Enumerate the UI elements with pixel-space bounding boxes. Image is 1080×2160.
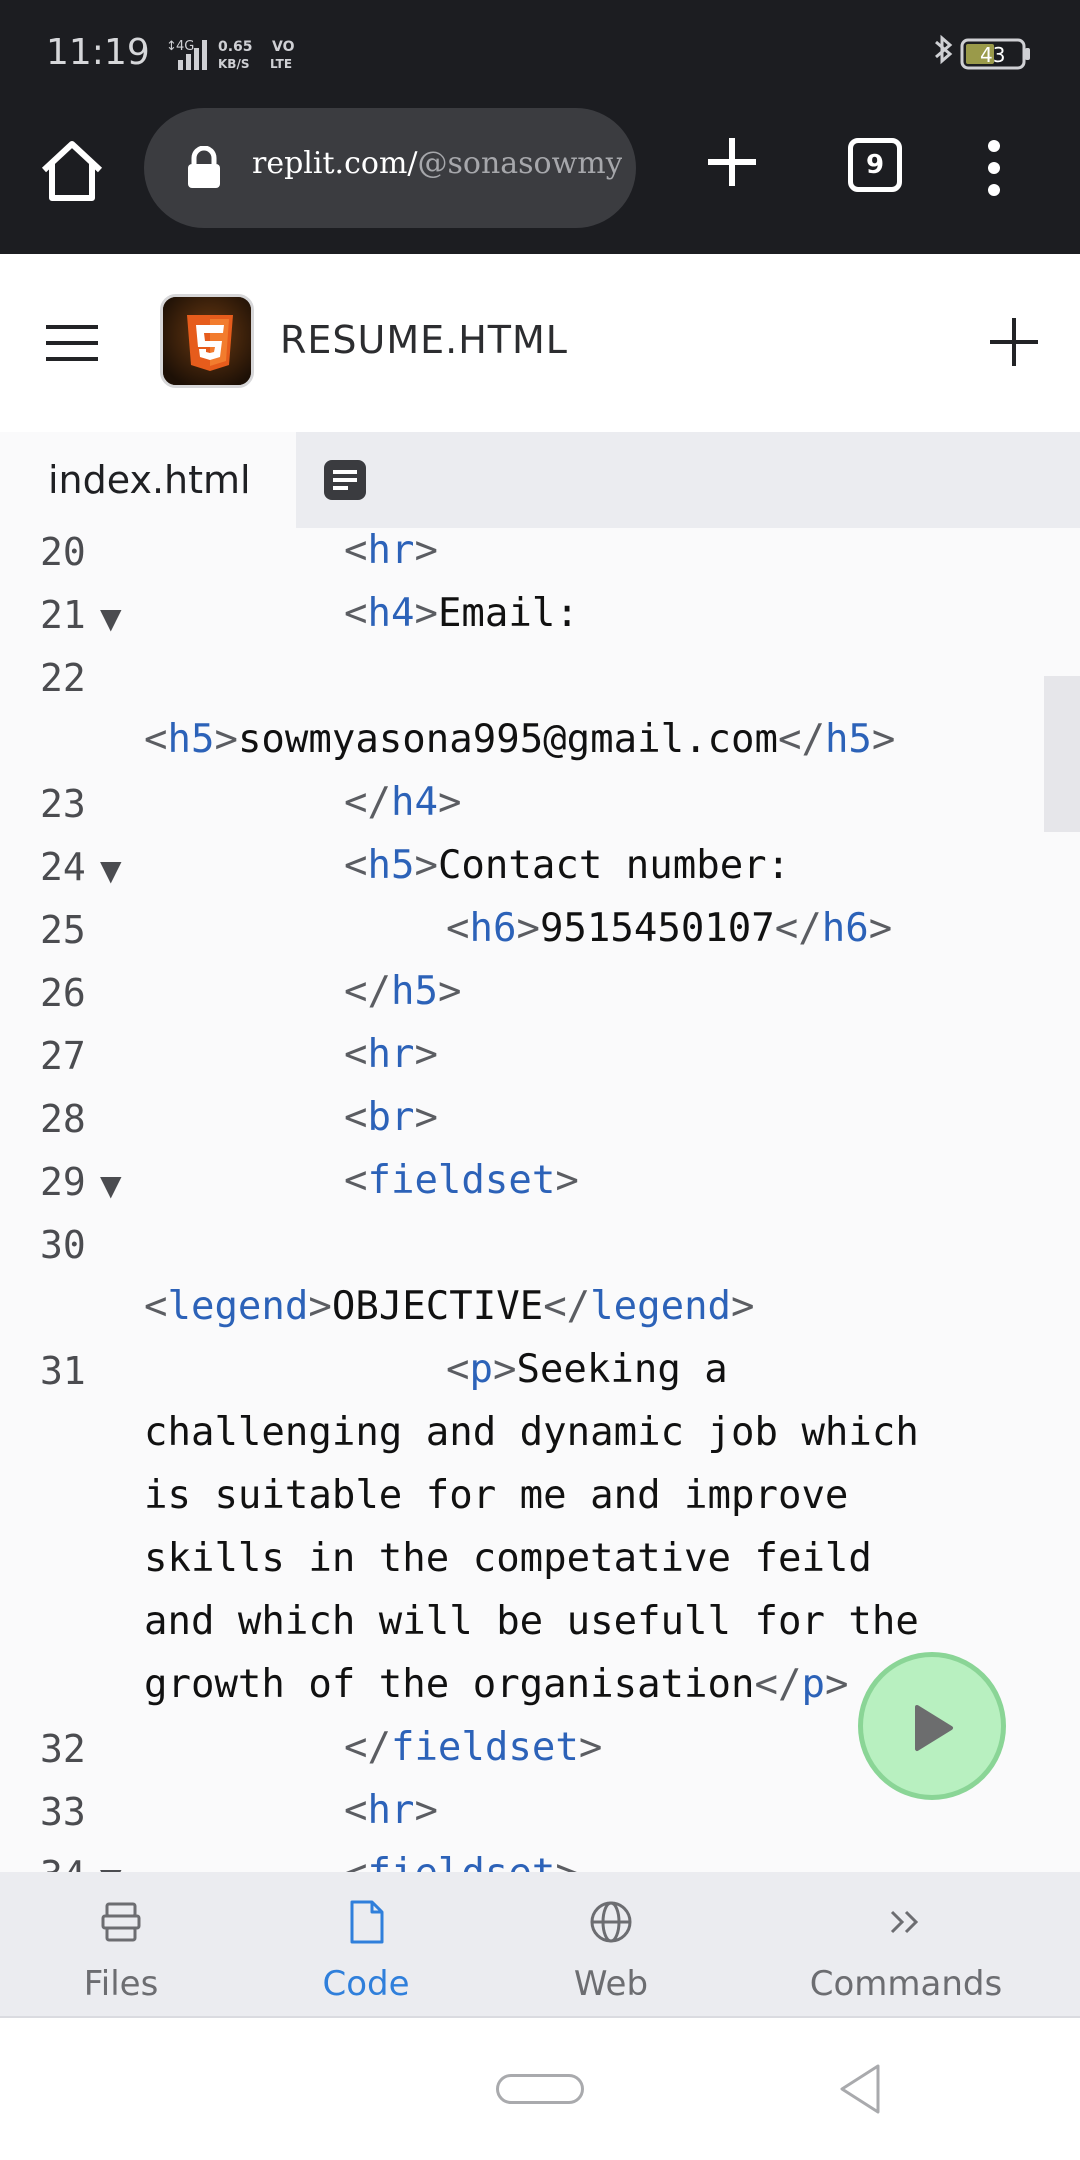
fold-arrow-icon[interactable]: ▼ — [100, 854, 122, 887]
svg-text:43: 43 — [980, 43, 1005, 67]
line-number: 34 — [40, 1853, 86, 1872]
console-tab-icon[interactable] — [322, 458, 368, 502]
line-number: 28 — [40, 1097, 86, 1141]
run-button[interactable] — [858, 1652, 1006, 1800]
line-number: 24 — [40, 845, 86, 889]
html5-logo — [160, 294, 254, 388]
code-line: </h4> — [344, 780, 462, 825]
line-number: 21 — [40, 593, 86, 637]
nav-label: Files — [83, 1964, 159, 2004]
file-tab-bar: index.html — [0, 432, 1080, 528]
lock-icon — [188, 146, 220, 188]
code-line: <p>Seeking a — [446, 1347, 728, 1392]
line-number: 25 — [40, 908, 86, 952]
code-line: <br> — [344, 1095, 438, 1140]
code-line: <h6>9515450107</h6> — [446, 906, 893, 951]
status-right: 43 — [928, 34, 1038, 74]
line-number: 30 — [40, 1223, 86, 1267]
app-header: RESUME.HTML — [0, 254, 1080, 432]
code-file-icon — [350, 1900, 384, 1944]
line-number: 27 — [40, 1034, 86, 1078]
line-number: 26 — [40, 971, 86, 1015]
line-number: 33 — [40, 1790, 86, 1834]
nav-code[interactable]: Code — [242, 1872, 490, 2018]
code-line: skills in the competative feild — [144, 1536, 872, 1581]
chevrons-right-icon — [890, 1910, 919, 1934]
code-line: <hr> — [344, 1032, 438, 1077]
code-line: <fieldset> — [344, 1851, 579, 1872]
code-line: is suitable for me and improve — [144, 1473, 849, 1518]
home-icon[interactable] — [36, 136, 108, 208]
line-number: 20 — [40, 530, 86, 574]
tabs-count-button[interactable]: 9 — [848, 138, 902, 192]
code-line: <h4>Email: — [344, 591, 579, 636]
project-title: RESUME.HTML — [280, 318, 568, 362]
url-text: replit.com/@sonasowmy — [252, 146, 622, 181]
hamburger-menu-icon[interactable] — [46, 324, 98, 362]
new-tab-plus-icon[interactable] — [702, 132, 762, 192]
line-number: 22 — [40, 656, 86, 700]
status-bar: 11:19 ↕ 4G 0.65 KB/S VO LTE 43 — [0, 0, 1080, 108]
editor-scrollbar[interactable] — [1044, 676, 1080, 832]
svg-text:VO: VO — [272, 39, 295, 55]
code-line: <h5>Contact number: — [344, 843, 791, 888]
files-icon — [101, 1902, 141, 1942]
line-number: 31 — [40, 1349, 86, 1393]
status-time: 11:19 — [46, 32, 150, 73]
svg-text:LTE: LTE — [270, 57, 292, 71]
svg-text:4G: 4G — [176, 39, 194, 54]
nav-label: Commands — [809, 1964, 1003, 2004]
url-bar[interactable]: replit.com/@sonasowmy — [144, 108, 636, 228]
fold-arrow-icon[interactable]: ▼ — [100, 602, 122, 635]
nav-label: Code — [322, 1964, 410, 2004]
code-line: <hr> — [344, 1788, 438, 1833]
code-line: challenging and dynamic job which — [144, 1410, 919, 1455]
more-options-icon[interactable] — [982, 138, 1006, 198]
bottom-navigation: Files Code Web Commands — [0, 1872, 1080, 2018]
line-number: 23 — [40, 782, 86, 826]
code-line: </h5> — [344, 969, 462, 1014]
bluetooth-icon: 43 — [935, 34, 1030, 70]
code-line: <hr> — [344, 528, 438, 573]
nav-web[interactable]: Web — [490, 1872, 732, 2018]
line-number: 32 — [40, 1727, 86, 1771]
tab-label: index.html — [48, 458, 251, 502]
globe-icon — [590, 1901, 632, 1943]
code-line: <fieldset> — [344, 1158, 579, 1203]
play-icon — [915, 1705, 953, 1751]
browser-toolbar: replit.com/@sonasowmy 9 — [0, 108, 1080, 254]
nav-label: Web — [573, 1964, 649, 2004]
code-line: <h5>sowmyasona995@gmail.com</h5> — [144, 717, 896, 762]
nav-files[interactable]: Files — [0, 1872, 242, 2018]
fold-arrow-icon[interactable]: ▼ — [100, 1169, 122, 1202]
add-plus-icon[interactable] — [986, 314, 1042, 370]
code-line: <legend>OBJECTIVE</legend> — [144, 1284, 755, 1329]
svg-text:KB/S: KB/S — [218, 57, 249, 71]
tab-index-html[interactable]: index.html — [0, 432, 296, 528]
code-line: growth of the organisation</p> — [144, 1662, 849, 1707]
code-line: and which will be usefull for the — [144, 1599, 919, 1644]
svg-text:0.65: 0.65 — [218, 39, 253, 55]
line-number: 29 — [40, 1160, 86, 1204]
fold-arrow-icon[interactable]: ▼ — [100, 1862, 122, 1872]
system-navigation-bar — [0, 2018, 1080, 2160]
code-line: </fieldset> — [344, 1725, 603, 1770]
back-triangle-icon[interactable] — [836, 2062, 884, 2116]
system-home-pill[interactable] — [496, 2074, 584, 2104]
nav-commands[interactable]: Commands — [732, 1872, 1080, 2018]
network-signal-icon: ↕ 4G 0.65 KB/S VO LTE — [166, 39, 295, 71]
